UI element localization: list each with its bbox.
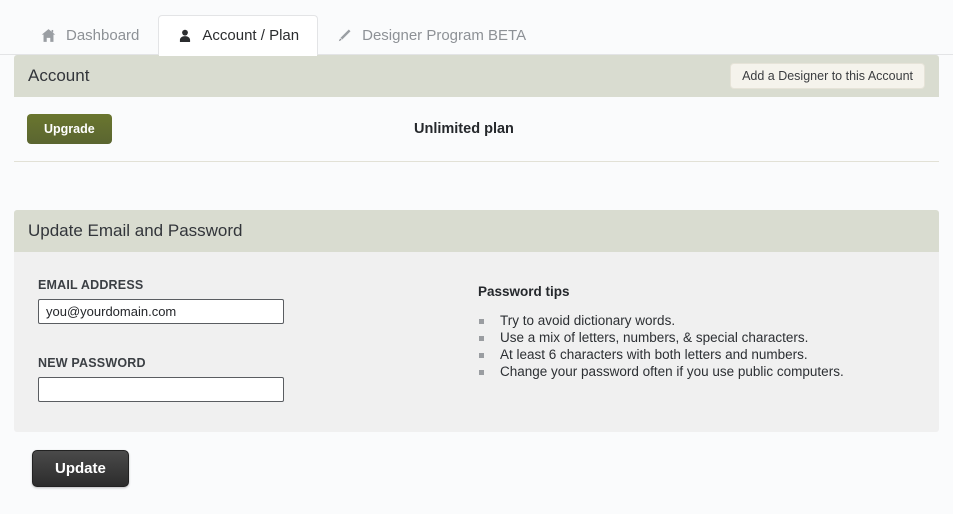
password-tips-list: Try to avoid dictionary words. Use a mix… — [478, 313, 915, 380]
tab-account-plan[interactable]: Account / Plan — [158, 15, 319, 56]
list-item: Use a mix of letters, numbers, & special… — [478, 330, 915, 346]
home-icon — [41, 28, 56, 43]
plan-name: Unlimited plan — [414, 121, 514, 137]
user-icon — [177, 28, 192, 43]
tab-designer-program[interactable]: Designer Program BETA — [318, 15, 545, 55]
field-spacer — [38, 324, 478, 356]
form-fields-column: EMAIL ADDRESS NEW PASSWORD — [38, 278, 478, 402]
account-panel-header: Account Add a Designer to this Account — [14, 55, 939, 97]
new-password-field-label: NEW PASSWORD — [38, 356, 146, 370]
pencil-icon — [337, 28, 352, 43]
page-content: Account Add a Designer to this Account U… — [0, 55, 953, 487]
update-panel-body: EMAIL ADDRESS NEW PASSWORD Password tips… — [14, 252, 939, 432]
list-item: Try to avoid dictionary words. — [478, 313, 915, 329]
password-tips-column: Password tips Try to avoid dictionary wo… — [478, 278, 915, 402]
add-designer-button[interactable]: Add a Designer to this Account — [730, 62, 925, 90]
tab-account-plan-label: Account / Plan — [202, 27, 300, 44]
tab-dashboard-label: Dashboard — [66, 27, 140, 44]
account-panel-title: Account — [28, 66, 90, 85]
list-item: Change your password often if you use pu… — [478, 364, 915, 380]
tab-bar: Dashboard Account / Plan Designer Progra… — [0, 0, 953, 56]
tab-dashboard[interactable]: Dashboard — [22, 15, 158, 55]
plan-row: Upgrade Unlimited plan — [14, 97, 939, 162]
email-field-label: EMAIL ADDRESS — [38, 278, 144, 292]
update-button[interactable]: Update — [32, 450, 129, 487]
update-panel-header: Update Email and Password — [14, 210, 939, 252]
tab-designer-program-label: Designer Program BETA — [362, 27, 527, 44]
update-email-password-panel: Update Email and Password EMAIL ADDRESS … — [14, 210, 939, 432]
upgrade-button[interactable]: Upgrade — [27, 113, 112, 145]
form-footer: Update — [14, 432, 939, 487]
email-field[interactable] — [38, 299, 284, 324]
password-tips-title: Password tips — [478, 284, 570, 299]
new-password-field[interactable] — [38, 377, 284, 402]
list-item: At least 6 characters with both letters … — [478, 347, 915, 363]
update-panel-title: Update Email and Password — [28, 221, 243, 240]
account-panel: Account Add a Designer to this Account U… — [14, 55, 939, 162]
